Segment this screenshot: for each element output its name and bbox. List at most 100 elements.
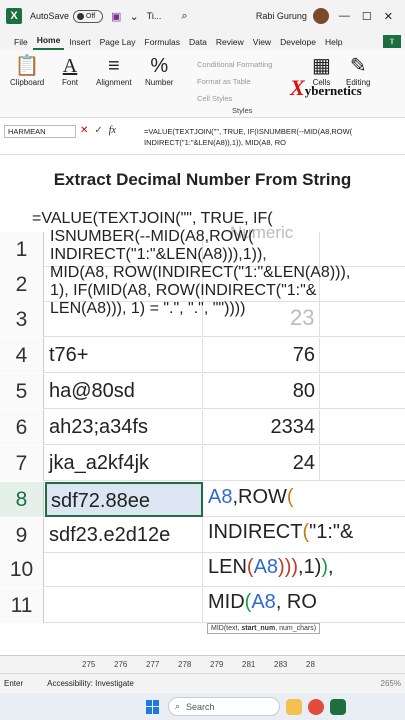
search-icon[interactable]: ⌕ bbox=[181, 10, 187, 23]
table-row: 7 jka_a2kf4jk 24 bbox=[0, 446, 405, 481]
tab-help[interactable]: Help bbox=[321, 37, 346, 50]
taskbar-search[interactable]: ⌕ Search bbox=[168, 697, 280, 716]
cell-a[interactable]: t76+ bbox=[45, 338, 203, 373]
formula-input[interactable]: =VALUE(TEXTJOIN("", TRUE, IF(ISNUMBER(--… bbox=[144, 126, 394, 148]
paren-token: ( bbox=[246, 556, 254, 578]
font-group[interactable]: A Font bbox=[62, 54, 78, 87]
close-icon[interactable]: ✕ bbox=[384, 10, 393, 23]
text-token: ,1) bbox=[298, 556, 322, 578]
tab-insert[interactable]: Insert bbox=[65, 37, 94, 50]
brand-text: ybernetics bbox=[304, 83, 362, 98]
cancel-icon[interactable]: ✕ bbox=[80, 125, 88, 136]
insert-function-icon[interactable]: fx bbox=[109, 125, 116, 136]
user-name[interactable]: Rabi Gurung bbox=[256, 11, 307, 21]
row-header[interactable]: 9 bbox=[0, 518, 44, 553]
clipboard-group[interactable]: 📋 Clipboard bbox=[10, 54, 44, 87]
autosave-state: Off bbox=[86, 12, 96, 20]
row-header[interactable]: 5 bbox=[0, 374, 44, 409]
tab-developer[interactable]: Develope bbox=[276, 37, 320, 50]
table-row: 6 ah23;a34fs 2334 bbox=[0, 410, 405, 445]
cell-styles-button[interactable]: Cell Styles bbox=[197, 90, 272, 107]
font-label: Font bbox=[62, 78, 79, 87]
title-bar: X AutoSave Off ▣ ⌄ Ti... ⌕ Rabi Gurung —… bbox=[0, 0, 405, 32]
excel-taskbar-icon[interactable] bbox=[330, 698, 346, 715]
cell-b[interactable]: 76 bbox=[204, 338, 320, 373]
tab-review[interactable]: Review bbox=[212, 37, 248, 50]
text-token: , bbox=[328, 556, 334, 578]
cell-b[interactable]: 24 bbox=[204, 446, 320, 481]
brand-x-icon: X bbox=[290, 75, 305, 100]
alignment-icon: ≡ bbox=[107, 55, 120, 77]
ruler-label: 283 bbox=[274, 660, 288, 669]
cell-a[interactable]: jka_a2kf4jk bbox=[45, 446, 203, 481]
cell-a[interactable]: ah23;a34fs bbox=[45, 410, 203, 445]
row-header[interactable]: 6 bbox=[0, 410, 44, 445]
editor-line: LEN(A8))),1)), bbox=[208, 550, 404, 585]
enter-check-icon[interactable]: ✓ bbox=[94, 125, 102, 136]
chrome-icon[interactable] bbox=[308, 698, 324, 715]
document-title[interactable]: Ti... bbox=[147, 11, 162, 21]
row-header[interactable]: 4 bbox=[0, 338, 44, 373]
editor-line: MID(A8, RO bbox=[208, 585, 404, 620]
tab-home[interactable]: Home bbox=[32, 35, 65, 50]
conditional-formatting-button[interactable]: Conditional Formatting bbox=[197, 56, 272, 73]
row-header[interactable]: 7 bbox=[0, 446, 44, 481]
paren-token: ( bbox=[286, 486, 294, 508]
share-icon[interactable]: ⇪ bbox=[383, 35, 401, 48]
fn-token: INDIRECT bbox=[208, 521, 303, 543]
minimize-icon[interactable]: — bbox=[339, 10, 350, 22]
taskbar: ⌕ Search bbox=[0, 693, 405, 720]
editor-line: A8,ROW( bbox=[208, 480, 404, 515]
windows-start-icon[interactable] bbox=[146, 699, 160, 714]
row-header[interactable]: 10 bbox=[0, 552, 44, 587]
file-explorer-icon[interactable] bbox=[286, 698, 302, 715]
cell-b[interactable]: 80 bbox=[204, 374, 320, 409]
alignment-label: Alignment bbox=[96, 78, 132, 87]
autosave-toggle[interactable]: Off bbox=[73, 9, 104, 23]
name-box[interactable]: HARMEAN bbox=[4, 125, 76, 138]
function-tooltip: MID(text, start_num, num_chars) bbox=[207, 623, 321, 634]
brand-logo: Xybernetics bbox=[290, 75, 362, 101]
styles-label: Styles bbox=[232, 106, 253, 115]
avatar[interactable] bbox=[312, 8, 329, 24]
tab-page-layout[interactable]: Page Lay bbox=[96, 37, 140, 50]
editor-line: INDIRECT("1:"& bbox=[208, 515, 404, 550]
ruler-label: 281 bbox=[242, 660, 256, 669]
column-ruler: 275 276 277 278 279 281 283 28 bbox=[0, 655, 405, 673]
cell-a[interactable] bbox=[45, 552, 203, 587]
tab-formulas[interactable]: Formulas bbox=[141, 37, 184, 50]
toggle-knob-icon bbox=[77, 12, 85, 20]
formula-line: MID(A8, ROW(INDIRECT("1:"&LEN(A8))), bbox=[50, 264, 351, 281]
ruler-label: 278 bbox=[178, 660, 192, 669]
maximize-icon[interactable]: ☐ bbox=[362, 10, 372, 23]
cell-a[interactable]: sdf23.e2d12e bbox=[45, 518, 203, 553]
formula-line: INDIRECT("1:"&LEN(A8))),1)), bbox=[50, 246, 267, 263]
clipboard-label: Clipboard bbox=[10, 78, 45, 87]
zoom-level[interactable]: 265% bbox=[381, 679, 401, 688]
number-group[interactable]: % Number bbox=[145, 54, 173, 87]
fn-token: MID bbox=[208, 591, 245, 613]
cell-a[interactable] bbox=[45, 588, 203, 623]
tab-data[interactable]: Data bbox=[185, 37, 211, 50]
cell-a[interactable]: ha@80sd bbox=[45, 374, 203, 409]
ruler-label: 275 bbox=[82, 660, 96, 669]
tab-view[interactable]: View bbox=[249, 37, 275, 50]
in-cell-editor[interactable]: A8,ROW( INDIRECT("1:"& LEN(A8))),1)), MI… bbox=[204, 480, 404, 620]
ruler-label: 277 bbox=[146, 660, 160, 669]
row-header[interactable]: 8 bbox=[0, 482, 44, 517]
text-token: , RO bbox=[275, 591, 317, 613]
row-header[interactable]: 11 bbox=[0, 588, 44, 623]
ruler-label: 276 bbox=[114, 660, 128, 669]
cell-a-selected[interactable]: sdf72.88ee bbox=[45, 482, 203, 517]
accessibility-status[interactable]: Accessibility: Investigate bbox=[47, 679, 134, 688]
formula-line: ISNUMBER(--MID(A8,ROW( bbox=[50, 228, 254, 245]
alignment-group[interactable]: ≡ Alignment bbox=[96, 54, 132, 87]
format-as-table-button[interactable]: Format as Table bbox=[197, 73, 272, 90]
search-icon: ⌕ bbox=[175, 701, 181, 711]
cell-b[interactable]: 2334 bbox=[204, 410, 320, 445]
tab-file[interactable]: File bbox=[10, 37, 32, 50]
chevron-down-icon[interactable]: ⌄ bbox=[129, 10, 138, 23]
clipboard-icon: 📋 bbox=[14, 55, 40, 77]
ref-token: A8 bbox=[208, 486, 233, 508]
save-icon[interactable]: ▣ bbox=[111, 10, 121, 23]
